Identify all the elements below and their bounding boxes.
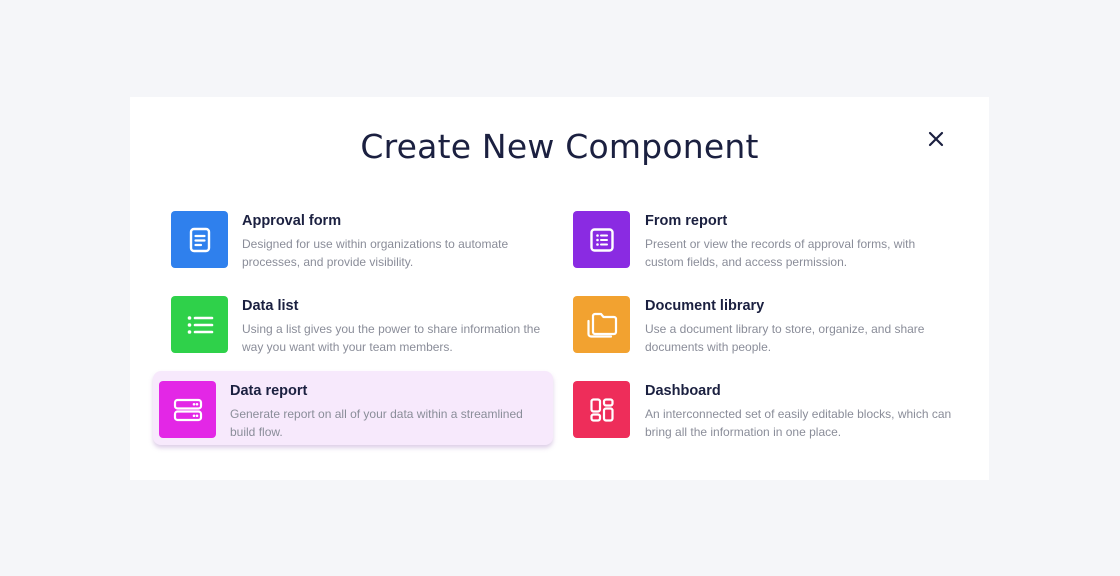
option-title: Dashboard (645, 383, 721, 399)
option-title: From report (645, 213, 728, 229)
option-description: Designed for use within organizations to… (242, 237, 509, 269)
option-dashboard[interactable]: Dashboard An interconnected set of easil… (560, 372, 960, 446)
data-report-tile (159, 381, 216, 438)
option-title: Document library (645, 298, 765, 314)
folder-icon (586, 312, 617, 338)
option-from-report[interactable]: From report Present or view the records … (560, 202, 960, 276)
option-title: Approval form (242, 213, 342, 229)
option-document-library[interactable]: Document library Use a document library … (560, 287, 960, 361)
dashboard-tile (573, 381, 630, 438)
dashboard-grid-icon (589, 397, 614, 422)
document-library-tile (573, 296, 630, 353)
server-icon (173, 398, 202, 421)
close-button[interactable] (927, 130, 945, 148)
list-icon (187, 315, 213, 334)
option-title: Data list (242, 298, 299, 314)
option-description: Generate report on all of your data with… (230, 407, 523, 439)
option-data-report[interactable]: Data report Generate report on all of yo… (153, 371, 553, 445)
list-box-icon (589, 227, 614, 252)
option-description: Use a document library to store, organiz… (645, 322, 925, 354)
option-description: Present or view the records of approval … (645, 237, 916, 269)
approval-form-tile (171, 211, 228, 268)
option-description: Using a list gives you the power to shar… (242, 322, 541, 354)
option-description: An interconnected set of easily editable… (645, 407, 952, 439)
from-report-tile (573, 211, 630, 268)
dialog-title: Create New Component (360, 127, 759, 166)
create-component-dialog: Create New Component Approval form Desig… (130, 97, 989, 480)
document-icon (189, 227, 210, 252)
option-approval-form[interactable]: Approval form Designed for use within or… (158, 202, 558, 276)
close-icon (928, 131, 944, 147)
option-title: Data report (230, 383, 308, 399)
option-data-list[interactable]: Data list Using a list gives you the pow… (158, 287, 558, 361)
data-list-tile (171, 296, 228, 353)
